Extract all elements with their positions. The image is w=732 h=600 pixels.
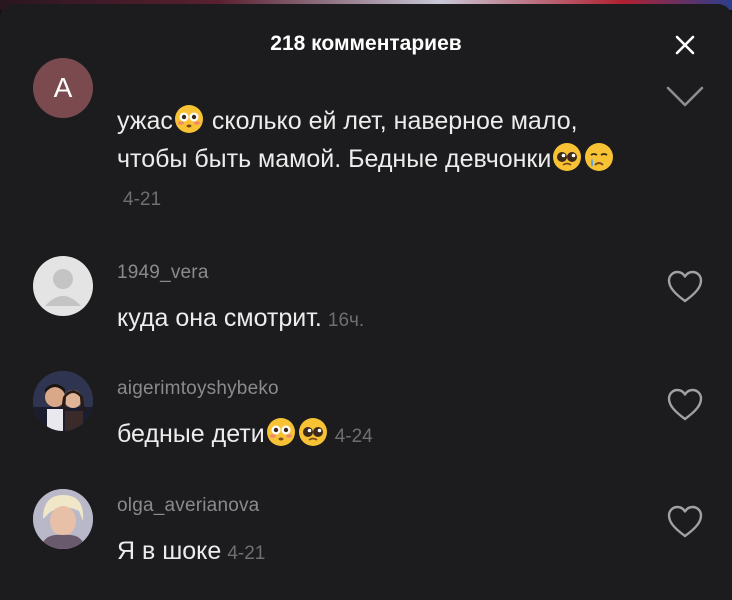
pleading-face-emoji (298, 417, 328, 447)
comment-text-part: ужас (117, 107, 173, 135)
like-button[interactable] (664, 384, 706, 426)
comment-text: ужас сколько ей лет, наверное мало, чтоб… (117, 102, 637, 219)
avatar[interactable]: A (33, 58, 93, 118)
avatar[interactable] (33, 256, 93, 316)
comment-text-part: Я в шоке (117, 537, 222, 565)
like-button[interactable] (664, 501, 706, 543)
comment-time: 4-24 (334, 426, 373, 447)
avatar[interactable] (33, 489, 93, 549)
heart-outline-icon (667, 505, 703, 538)
chevron-down-icon (666, 86, 704, 107)
flushed-face-emoji (266, 417, 296, 447)
close-button[interactable] (668, 28, 702, 62)
comment-text-part: бедные дети (117, 420, 265, 448)
avatar[interactable] (33, 371, 93, 431)
heart-outline-icon (667, 388, 703, 421)
comment-text: куда она смотрит. 16ч. (117, 299, 637, 340)
comment-text-part: куда она смотрит. (117, 304, 322, 332)
comment-time: 16ч. (327, 310, 365, 331)
collapse-button[interactable] (664, 76, 706, 118)
heart-outline-icon (667, 270, 703, 303)
default-avatar-icon (45, 269, 81, 306)
flushed-face-emoji (174, 104, 204, 134)
comment-time: 4-21 (227, 543, 266, 564)
pleading-face-emoji (552, 142, 582, 172)
user-photo-avatar (33, 489, 93, 549)
comment-text: Я в шоке 4-21 (117, 532, 637, 573)
comment-username[interactable]: 1949_vera (117, 262, 209, 284)
avatar-letter: A (53, 72, 73, 103)
comments-sheet: 218 комментариев A ужас сколько ей лет, … (0, 4, 732, 600)
comment-time: 4-21 (123, 189, 162, 210)
user-photo-avatar (33, 371, 93, 431)
comment-username[interactable]: olga_averianova (117, 495, 259, 517)
like-button[interactable] (664, 266, 706, 308)
comment-username[interactable]: aigerimtoyshybeko (117, 378, 279, 400)
close-icon (675, 35, 695, 55)
comments-count-title: 218 комментариев (270, 32, 462, 55)
crying-face-emoji (584, 142, 614, 172)
comment-text: бедные дети 4-24 (117, 415, 637, 456)
